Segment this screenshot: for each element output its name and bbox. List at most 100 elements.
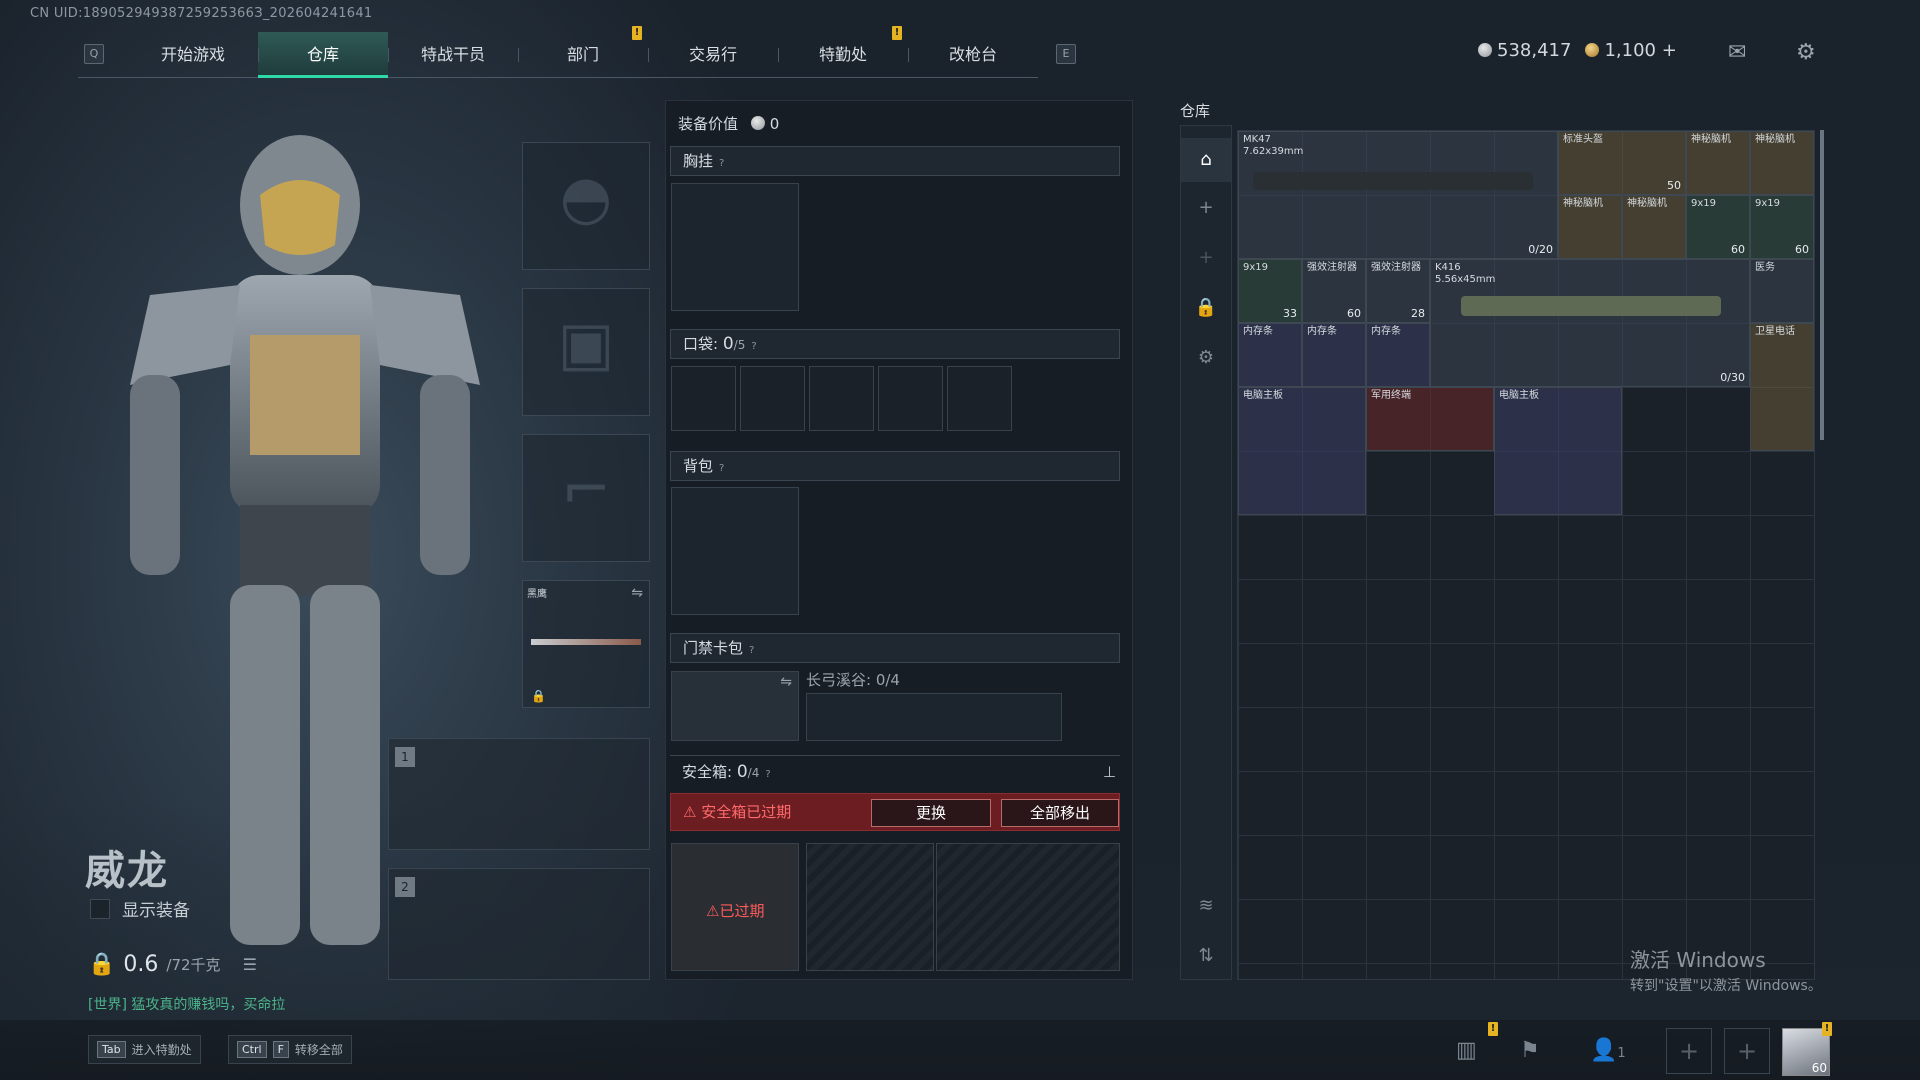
warehouse-grid[interactable]: MK47 7.62x39mm 0/20 标准头盔 50 神秘脑机 神秘脑机 神秘脑机… (1237, 130, 1815, 980)
safe-box-slot[interactable]: ⚠已过期 (671, 843, 799, 971)
warehouse-item-motherboard[interactable]: 电脑主板 (1238, 387, 1366, 515)
party-icon[interactable]: 👤1 (1590, 1038, 1626, 1063)
tab-operators[interactable]: 特战干员 (388, 32, 518, 78)
help-icon[interactable]: ? (719, 150, 724, 178)
warehouse-item-terminal[interactable]: 军用终端 (1366, 387, 1494, 451)
hotkey-enter-special-ops[interactable]: Tab 进入特勤处 (88, 1035, 201, 1064)
pocket-slot[interactable] (809, 366, 874, 431)
warehouse-item-ammo[interactable]: 9x19 60 (1686, 195, 1750, 259)
swap-icon[interactable]: ⇋ (780, 674, 792, 690)
warehouse-item-brain-chip[interactable]: 神秘脑机 (1750, 131, 1814, 195)
tab-start-game[interactable]: 开始游戏 (128, 32, 258, 78)
item-count: 0/30 (1720, 371, 1745, 384)
help-icon[interactable]: ? (719, 455, 724, 483)
item-count: 50 (1667, 179, 1681, 192)
warehouse-item-sat-phone[interactable]: 卫星电话 (1750, 323, 1814, 451)
help-icon[interactable]: ? (749, 637, 754, 665)
pocket-label: 口袋: (683, 335, 719, 353)
warehouse-item-injector[interactable]: 强效注射器 60 (1302, 259, 1366, 323)
tab-warehouse[interactable]: 仓库 (258, 32, 388, 78)
item-count: 60 (1347, 307, 1361, 320)
item-name: 军用终端 (1371, 390, 1411, 401)
warehouse-item-rifle[interactable]: MK47 7.62x39mm 0/20 (1238, 131, 1558, 259)
primary-weapon-slot-1[interactable]: 1 (388, 738, 650, 850)
item-name: 神秘脑机 (1627, 198, 1667, 209)
pocket-slot[interactable] (878, 366, 943, 431)
show-equipment-toggle[interactable]: 显示装备 (90, 896, 190, 921)
uid-text: CN UID:18905294938725925366З_20260424164… (30, 6, 373, 21)
safe-box-expired-bar: ⚠ 安全箱已过期 更换 全部移出 (670, 793, 1120, 831)
hotkey-transfer-all[interactable]: Ctrl F 转移全部 (228, 1035, 352, 1064)
warehouse-home-icon[interactable]: ⌂ (1181, 138, 1231, 182)
helmet-slot[interactable]: ◓ (522, 142, 650, 270)
help-icon[interactable]: ? (751, 333, 756, 361)
help-icon[interactable]: ? (765, 759, 770, 791)
pocket-slot[interactable] (947, 366, 1012, 431)
key-cap: Ctrl (237, 1041, 267, 1058)
vest-slot[interactable] (671, 183, 799, 311)
warehouse-item-helmet[interactable]: 标准头盔 50 (1558, 131, 1686, 195)
add-page-icon[interactable]: + (1181, 188, 1231, 228)
sort-icon[interactable]: ⇅ (1181, 936, 1231, 976)
pin-icon[interactable]: ⊥ (1103, 756, 1116, 788)
pistol-slot[interactable]: ⌐ (522, 434, 650, 562)
notification-badge: ! (1488, 1022, 1498, 1036)
world-chat-line[interactable]: [世界] 猛攻真的赚钱吗，买命拉 (88, 994, 285, 1014)
warehouse-item-memory[interactable]: 内存条 (1238, 323, 1302, 387)
tab-trade[interactable]: 交易行 (648, 32, 778, 78)
warehouse-item-medical[interactable]: 医务 (1750, 259, 1814, 323)
currency-bar: 538,417 1,100 + (1478, 40, 1677, 61)
melee-slot[interactable]: 黑鹰 ⇋ 🔒 (522, 580, 650, 708)
keycard-slots[interactable] (806, 693, 1062, 741)
gear-icon[interactable]: ⚙ (1796, 40, 1816, 65)
primary-weapon-slot-2[interactable]: 2 (388, 868, 650, 980)
warehouse-item-brain-chip[interactable]: 神秘脑机 (1686, 131, 1750, 195)
warehouse-item-brain-chip[interactable]: 神秘脑机 (1622, 195, 1686, 259)
flag-icon[interactable]: ⚑ (1520, 1038, 1540, 1063)
gold-add-button[interactable]: + (1662, 40, 1677, 61)
gold-currency[interactable]: 1,100 + (1585, 40, 1677, 61)
item-name: 9x19 (1691, 198, 1717, 209)
warehouse-item-rifle[interactable]: K416 5.56x45mm 0/30 (1430, 259, 1750, 387)
tab-special-ops[interactable]: 特勤处 (778, 32, 908, 78)
list-icon[interactable]: ☰ (243, 955, 257, 974)
warehouse-item-injector[interactable]: 强效注射器 28 (1366, 259, 1430, 323)
armor-slot[interactable]: ▣ (522, 288, 650, 416)
pocket-slot[interactable] (740, 366, 805, 431)
expired-tag-text: 已过期 (719, 902, 765, 920)
warehouse-item-ammo[interactable]: 9x19 33 (1238, 259, 1302, 323)
add-page-icon[interactable]: + (1181, 238, 1231, 278)
layers-icon[interactable]: ≋ (1181, 886, 1231, 926)
item-name: 内存条 (1307, 326, 1337, 337)
nav-right-key[interactable]: E (1056, 44, 1076, 64)
rifle-icon (1461, 296, 1721, 316)
backpack-slot[interactable] (671, 487, 799, 615)
warehouse-item-ammo[interactable]: 9x19 60 (1750, 195, 1814, 259)
warehouse-item-motherboard[interactable]: 电脑主板 (1494, 387, 1622, 515)
stats-icon[interactable]: ▥ (1456, 1038, 1477, 1063)
swap-icon[interactable]: ⇋ (631, 585, 643, 601)
move-all-button[interactable]: 全部移出 (1001, 799, 1119, 827)
tab-gunsmith[interactable]: 改枪台 (908, 32, 1038, 78)
warehouse-item-memory[interactable]: 内存条 (1302, 323, 1366, 387)
mail-icon[interactable]: ✉ (1728, 40, 1746, 65)
safe-box-cell[interactable] (936, 843, 1120, 971)
safe-box-cell[interactable] (806, 843, 934, 971)
gear-icon[interactable]: ⚙ (1181, 338, 1231, 378)
keycard-case-slot[interactable]: ⇋ (671, 671, 799, 741)
warehouse-item-memory[interactable]: 内存条 (1366, 323, 1430, 387)
warehouse-item-brain-chip[interactable]: 神秘脑机 (1558, 195, 1622, 259)
show-equipment-checkbox[interactable] (90, 898, 110, 919)
weight-lock-icon: 🔒 (88, 952, 116, 977)
nav-left-key[interactable]: Q (84, 44, 104, 64)
warehouse-scrollbar[interactable] (1820, 130, 1824, 440)
invite-button[interactable]: + (1666, 1028, 1712, 1074)
pocket-max: /5 (733, 338, 746, 352)
replace-button[interactable]: 更换 (871, 799, 991, 827)
gold-coin-icon (1585, 43, 1600, 57)
silver-coin-icon (1478, 43, 1492, 57)
pocket-slot[interactable] (671, 366, 736, 431)
lock-icon[interactable]: 🔒 (1181, 288, 1231, 328)
invite-button[interactable]: + (1724, 1028, 1770, 1074)
tab-department[interactable]: 部门 (518, 32, 648, 78)
